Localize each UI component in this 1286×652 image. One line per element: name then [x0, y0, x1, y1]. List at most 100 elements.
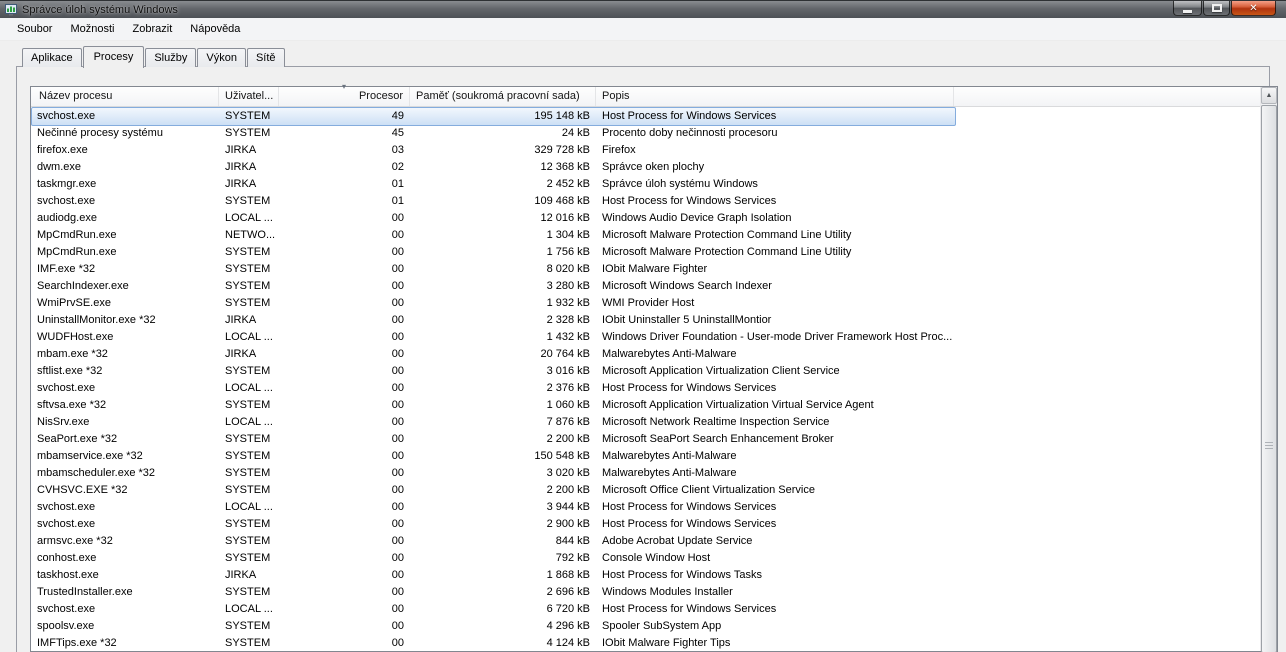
minimize-button[interactable] — [1173, 1, 1202, 16]
process-memory: 1 432 kB — [410, 331, 596, 343]
process-name: svchost.exe — [31, 110, 219, 122]
process-row[interactable]: svchost.exe LOCAL ... 00 2 376 kB Host P… — [31, 379, 1260, 396]
process-row[interactable]: CVHSVC.EXE *32 SYSTEM 00 2 200 kB Micros… — [31, 481, 1260, 498]
process-row[interactable]: dwm.exe JIRKA 02 12 368 kB Správce oken … — [31, 158, 1260, 175]
process-memory: 329 728 kB — [410, 144, 596, 156]
process-memory: 150 548 kB — [410, 450, 596, 462]
process-user: JIRKA — [219, 348, 279, 360]
process-user: JIRKA — [219, 569, 279, 581]
process-row[interactable]: mbam.exe *32 JIRKA 00 20 764 kB Malwareb… — [31, 345, 1260, 362]
process-user: SYSTEM — [219, 586, 279, 598]
process-user: SYSTEM — [219, 484, 279, 496]
menu-napoveda[interactable]: Nápověda — [181, 20, 249, 39]
process-cpu: 00 — [279, 450, 410, 462]
menu-moznosti[interactable]: Možnosti — [61, 20, 123, 39]
maximize-button[interactable] — [1203, 1, 1230, 16]
window-controls: ✕ — [1173, 1, 1276, 16]
process-description: Microsoft Office Client Virtualization S… — [596, 484, 954, 496]
process-user: SYSTEM — [219, 246, 279, 258]
process-description: Microsoft Malware Protection Command Lin… — [596, 229, 954, 241]
process-row[interactable]: audiodg.exe LOCAL ... 00 12 016 kB Windo… — [31, 209, 1260, 226]
process-row[interactable]: mbamservice.exe *32 SYSTEM 00 150 548 kB… — [31, 447, 1260, 464]
process-row[interactable]: svchost.exe SYSTEM 49 195 148 kB Host Pr… — [31, 107, 1260, 124]
process-row[interactable]: MpCmdRun.exe NETWO... 00 1 304 kB Micros… — [31, 226, 1260, 243]
process-user: LOCAL ... — [219, 603, 279, 615]
process-name: taskmgr.exe — [31, 178, 219, 190]
process-row[interactable]: svchost.exe LOCAL ... 00 6 720 kB Host P… — [31, 600, 1260, 617]
column-header-procesor[interactable]: ▾ Procesor — [279, 87, 410, 106]
tab-vykon[interactable]: Výkon — [197, 48, 246, 67]
column-header-nazev-procesu[interactable]: Název procesu — [31, 87, 219, 106]
process-description: Správce úloh systému Windows — [596, 178, 954, 190]
process-memory: 1 932 kB — [410, 297, 596, 309]
process-cpu: 00 — [279, 518, 410, 530]
process-row[interactable]: armsvc.exe *32 SYSTEM 00 844 kB Adobe Ac… — [31, 532, 1260, 549]
column-header-pamet[interactable]: Paměť (soukromá pracovní sada) — [410, 87, 596, 106]
process-memory: 12 368 kB — [410, 161, 596, 173]
process-row[interactable]: sftvsa.exe *32 SYSTEM 00 1 060 kB Micros… — [31, 396, 1260, 413]
process-user: SYSTEM — [219, 450, 279, 462]
tab-aplikace[interactable]: Aplikace — [22, 48, 82, 67]
process-description: IObit Malware Fighter Tips — [596, 637, 954, 649]
process-row[interactable]: svchost.exe SYSTEM 00 2 900 kB Host Proc… — [31, 515, 1260, 532]
tab-procesy[interactable]: Procesy — [83, 46, 145, 68]
process-description: Microsoft Network Realtime Inspection Se… — [596, 416, 954, 428]
process-row[interactable]: svchost.exe LOCAL ... 00 3 944 kB Host P… — [31, 498, 1260, 515]
process-row[interactable]: TrustedInstaller.exe SYSTEM 00 2 696 kB … — [31, 583, 1260, 600]
process-memory: 3 020 kB — [410, 467, 596, 479]
process-description: Microsoft Malware Protection Command Lin… — [596, 246, 954, 258]
process-row[interactable]: conhost.exe SYSTEM 00 792 kB Console Win… — [31, 549, 1260, 566]
tab-site[interactable]: Sítě — [247, 48, 285, 67]
scrollbar-thumb[interactable] — [1261, 105, 1277, 652]
titlebar[interactable]: Správce úloh systému Windows ✕ — [0, 0, 1286, 18]
close-button[interactable]: ✕ — [1231, 1, 1276, 16]
process-cpu: 01 — [279, 195, 410, 207]
column-header-uzivatel[interactable]: Uživatel... — [219, 87, 279, 106]
process-row[interactable]: IMFTips.exe *32 SYSTEM 00 4 124 kB IObit… — [31, 634, 1260, 651]
column-header-popis[interactable]: Popis — [596, 87, 954, 106]
process-row[interactable]: taskmgr.exe JIRKA 01 2 452 kB Správce úl… — [31, 175, 1260, 192]
process-row[interactable]: SearchIndexer.exe SYSTEM 00 3 280 kB Mic… — [31, 277, 1260, 294]
process-description: Host Process for Windows Services — [596, 603, 954, 615]
process-row[interactable]: taskhost.exe JIRKA 00 1 868 kB Host Proc… — [31, 566, 1260, 583]
tab-sluzby[interactable]: Služby — [145, 48, 196, 67]
process-row[interactable]: IMF.exe *32 SYSTEM 00 8 020 kB IObit Mal… — [31, 260, 1260, 277]
process-row[interactable]: UninstallMonitor.exe *32 JIRKA 00 2 328 … — [31, 311, 1260, 328]
scroll-up-button[interactable]: ▲ — [1261, 87, 1277, 104]
process-memory: 2 328 kB — [410, 314, 596, 326]
process-cpu: 00 — [279, 382, 410, 394]
process-name: svchost.exe — [31, 195, 219, 207]
process-user: SYSTEM — [219, 365, 279, 377]
process-row[interactable]: mbamscheduler.exe *32 SYSTEM 00 3 020 kB… — [31, 464, 1260, 481]
process-row[interactable]: sftlist.exe *32 SYSTEM 00 3 016 kB Micro… — [31, 362, 1260, 379]
process-rows: svchost.exe SYSTEM 49 195 148 kB Host Pr… — [31, 107, 1260, 651]
menu-zobrazit[interactable]: Zobrazit — [124, 20, 182, 39]
process-row[interactable]: spoolsv.exe SYSTEM 00 4 296 kB Spooler S… — [31, 617, 1260, 634]
process-name: spoolsv.exe — [31, 620, 219, 632]
menu-soubor[interactable]: Soubor — [8, 20, 61, 39]
process-description: Windows Modules Installer — [596, 586, 954, 598]
vertical-scrollbar[interactable]: ▲ — [1260, 87, 1277, 651]
process-memory: 3 016 kB — [410, 365, 596, 377]
process-user: SYSTEM — [219, 535, 279, 547]
process-cpu: 00 — [279, 348, 410, 360]
process-memory: 12 016 kB — [410, 212, 596, 224]
process-row[interactable]: NisSrv.exe LOCAL ... 00 7 876 kB Microso… — [31, 413, 1260, 430]
process-row[interactable]: SeaPort.exe *32 SYSTEM 00 2 200 kB Micro… — [31, 430, 1260, 447]
process-cpu: 00 — [279, 484, 410, 496]
process-row[interactable]: svchost.exe SYSTEM 01 109 468 kB Host Pr… — [31, 192, 1260, 209]
process-description: Microsoft Application Virtualization Vir… — [596, 399, 954, 411]
process-row[interactable]: WUDFHost.exe LOCAL ... 00 1 432 kB Windo… — [31, 328, 1260, 345]
process-memory: 3 280 kB — [410, 280, 596, 292]
process-user: LOCAL ... — [219, 382, 279, 394]
process-row[interactable]: firefox.exe JIRKA 03 329 728 kB Firefox — [31, 141, 1260, 158]
process-row[interactable]: Nečinné procesy systému SYSTEM 45 24 kB … — [31, 124, 1260, 141]
window-title: Správce úloh systému Windows — [22, 4, 178, 16]
process-name: mbamservice.exe *32 — [31, 450, 219, 462]
process-row[interactable]: MpCmdRun.exe SYSTEM 00 1 756 kB Microsof… — [31, 243, 1260, 260]
process-memory: 2 200 kB — [410, 433, 596, 445]
process-description: Console Window Host — [596, 552, 954, 564]
process-user: SYSTEM — [219, 552, 279, 564]
process-row[interactable]: WmiPrvSE.exe SYSTEM 00 1 932 kB WMI Prov… — [31, 294, 1260, 311]
process-cpu: 00 — [279, 314, 410, 326]
